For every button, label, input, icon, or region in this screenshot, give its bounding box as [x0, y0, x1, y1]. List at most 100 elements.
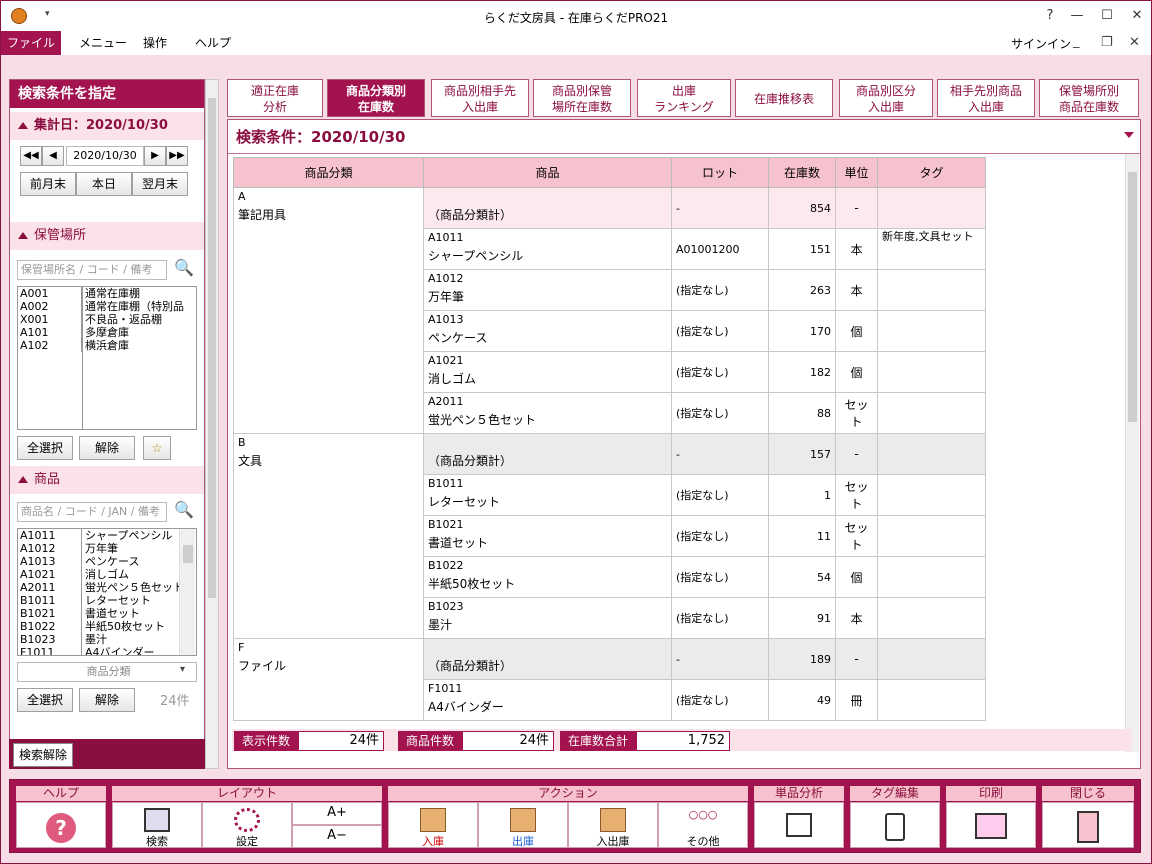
tab-label-line2: 場所在庫数: [551, 100, 612, 114]
tab-6[interactable]: 在庫推移表: [735, 79, 833, 117]
stock-inout-button[interactable]: 入出庫: [568, 802, 658, 848]
product-list-item[interactable]: B1011 レターセット: [18, 594, 196, 607]
search-panel-title: 検索条件を指定: [10, 80, 204, 108]
storage-search-input[interactable]: 保管場所名 / コード / 備考: [17, 260, 167, 280]
product-list-item[interactable]: B1022 半紙50枚セット: [18, 620, 196, 633]
storage-list-item[interactable]: X001 不良品・返品棚: [18, 313, 196, 326]
tag-edit-button[interactable]: [850, 802, 940, 848]
table-row[interactable]: A 筆記用具 （商品分類計） -854-: [233, 187, 986, 434]
today-button[interactable]: 本日: [76, 172, 132, 196]
storage-list[interactable]: A001 通常在庫棚 A002 通常在庫棚（特別品 X001 不良品・返品棚 A101 多摩倉…: [17, 286, 197, 430]
product-cell: B1011 レターセット: [423, 474, 672, 516]
date-input[interactable]: 2020/10/30: [66, 146, 144, 166]
search-clear-button[interactable]: 検索解除: [13, 743, 73, 767]
storage-select-all-button[interactable]: 全選択: [17, 436, 73, 460]
product-list-item[interactable]: A1021 消しゴム: [18, 568, 196, 581]
tab-3[interactable]: 商品別相手先 入出庫: [431, 79, 529, 117]
search-layout-button[interactable]: 検索: [112, 802, 202, 848]
tab-5[interactable]: 出庫 ランキング: [637, 79, 731, 117]
product-code: A1011: [18, 529, 82, 542]
storage-section[interactable]: 保管場所: [10, 222, 204, 250]
storage-list-item[interactable]: A101 多摩倉庫: [18, 326, 196, 339]
product-code: A1012: [428, 272, 464, 285]
product-list-item[interactable]: A1013 ペンケース: [18, 555, 196, 568]
tab-label-line2: 入出庫: [967, 100, 1004, 114]
column-header[interactable]: 商品分類: [233, 157, 424, 188]
product-section[interactable]: 商品: [10, 466, 204, 494]
product-list[interactable]: A1011 シャープペンシル A1012 万年筆 A1013 ペンケース A1021 消しゴム…: [17, 528, 197, 656]
product-select-all-button[interactable]: 全選択: [17, 688, 73, 712]
last-date-button[interactable]: ▶▶: [166, 146, 188, 166]
search-icon[interactable]: 🔍: [174, 500, 194, 519]
stock-in-button[interactable]: 入庫: [388, 802, 478, 848]
unit-cell: 本: [835, 269, 878, 311]
column-header[interactable]: ロット: [671, 157, 769, 188]
criteria-expand-icon[interactable]: [1124, 132, 1134, 138]
storage-list-item[interactable]: A002 通常在庫棚（特別品: [18, 300, 196, 313]
lot-cell: (指定なし): [671, 392, 769, 434]
product-list-item[interactable]: B1021 書道セット: [18, 607, 196, 620]
product-name: ペンケース: [85, 555, 140, 568]
tab-8[interactable]: 相手先別商品 入出庫: [937, 79, 1035, 117]
product-list-item[interactable]: F1011 A4バインダー: [18, 646, 196, 655]
other-actions-button[interactable]: ○○○ その他: [658, 802, 748, 848]
tab-1[interactable]: 適正在庫 分析: [227, 79, 323, 117]
font-decrease-button[interactable]: A−: [292, 825, 382, 848]
column-header[interactable]: 単位: [835, 157, 878, 188]
next-date-button[interactable]: ▶: [144, 146, 166, 166]
column-header[interactable]: タグ: [877, 157, 986, 188]
product-list-item[interactable]: A1011 シャープペンシル: [18, 529, 196, 542]
product-clear-button[interactable]: 解除: [79, 688, 135, 712]
product-name: （商品分類計）: [428, 659, 513, 673]
product-search-input[interactable]: 商品名 / コード / JAN / 備考: [17, 502, 167, 522]
tab-7[interactable]: 商品別区分 入出庫: [839, 79, 933, 117]
menu-operations[interactable]: 操作: [129, 31, 181, 55]
minimize-button[interactable]: —: [1065, 6, 1089, 26]
table-scrollbar[interactable]: [1125, 154, 1139, 752]
stock-out-button[interactable]: 出庫: [478, 802, 568, 848]
close-button[interactable]: ✕: [1125, 6, 1149, 26]
font-increase-button[interactable]: A+: [292, 802, 382, 825]
left-panel-scrollbar[interactable]: [205, 79, 219, 769]
next-month-end-button[interactable]: 翌月末: [132, 172, 188, 196]
menu-file[interactable]: ファイル: [1, 31, 61, 55]
layout-group: レイアウト 検索 設定 A+ A−: [112, 786, 382, 850]
ribbon-minimize-icon[interactable]: _: [1073, 34, 1080, 49]
product-list-item[interactable]: A1012 万年筆: [18, 542, 196, 555]
search-icon[interactable]: 🔍: [174, 258, 194, 277]
table-row[interactable]: B 文具 （商品分類計） -157-: [233, 433, 986, 639]
storage-list-item[interactable]: A001 通常在庫棚: [18, 287, 196, 300]
chevron-down-icon[interactable]: ▾: [180, 664, 185, 675]
product-list-item[interactable]: B1023 墨汁: [18, 633, 196, 646]
tab-4[interactable]: 商品別保管 場所在庫数: [533, 79, 631, 117]
category-select[interactable]: 商品分類: [17, 662, 197, 682]
print-button[interactable]: [946, 802, 1036, 848]
signin-link[interactable]: サインイン: [1011, 35, 1071, 52]
storage-clear-button[interactable]: 解除: [79, 436, 135, 460]
storage-controls: 保管場所名 / コード / 備考 🔍 A001 通常在庫棚 A002 通常在庫棚（特別…: [10, 250, 204, 466]
first-date-button[interactable]: ◀◀: [20, 146, 42, 166]
help-icon[interactable]: ?: [1038, 6, 1062, 26]
date-section[interactable]: 集計日：2020/10/30: [10, 112, 204, 140]
product-list-item[interactable]: A2011 蛍光ペン５色セット: [18, 581, 196, 594]
criteria-label: 検索条件：2020/10/30: [236, 128, 406, 146]
table-row[interactable]: F ファイル （商品分類計） -189-: [233, 638, 986, 721]
tab-9[interactable]: 保管場所別 商品在庫数: [1039, 79, 1139, 117]
prev-date-button[interactable]: ◀: [42, 146, 64, 166]
single-analysis-button[interactable]: [754, 802, 844, 848]
column-header[interactable]: 商品: [423, 157, 672, 188]
product-list-scrollbar[interactable]: [179, 529, 195, 655]
prev-month-end-button[interactable]: 前月末: [20, 172, 76, 196]
help-button[interactable]: ?: [16, 802, 106, 848]
ribbon-close-icon[interactable]: ✕: [1129, 35, 1140, 50]
settings-button[interactable]: 設定: [202, 802, 292, 848]
tab-2[interactable]: 商品分類別 在庫数: [327, 79, 425, 117]
ribbon-restore-icon[interactable]: ❐: [1101, 35, 1113, 50]
storage-list-item[interactable]: A102 横浜倉庫: [18, 339, 196, 352]
menu-help[interactable]: ヘルプ: [181, 31, 245, 55]
column-header[interactable]: 在庫数: [768, 157, 836, 188]
favorite-star-icon[interactable]: ☆: [143, 436, 171, 460]
stock-qty-cell: 91: [768, 597, 836, 639]
close-screen-button[interactable]: [1042, 802, 1134, 848]
maximize-button[interactable]: ☐: [1095, 6, 1119, 26]
